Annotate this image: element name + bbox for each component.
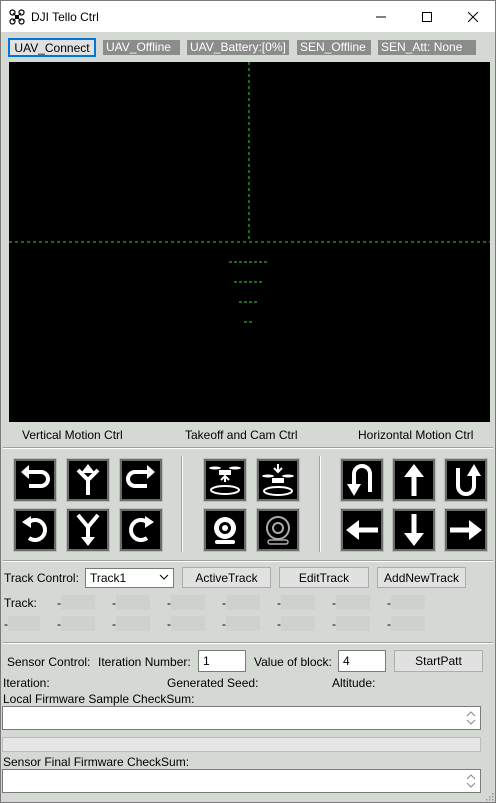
vertical-motion-label: Vertical Motion Ctrl [22,428,123,442]
minimize-icon [376,16,386,17]
right-button[interactable] [444,508,488,552]
takeoff-button[interactable] [203,458,247,502]
active-track-button[interactable]: ActiveTrack [182,567,271,588]
block-value-label: Value of block: [254,655,332,669]
close-button[interactable] [450,1,496,32]
start-pattern-button[interactable]: StartPatt [394,650,483,672]
track-cell-box [61,616,95,631]
divider [181,456,183,552]
video-feed [9,62,490,422]
divider [3,560,493,562]
track-cell-box [336,616,370,631]
merge-down-button[interactable] [66,508,110,552]
track-cell-box [226,616,260,631]
uav-connect-button[interactable]: UAV_Connect [8,38,96,57]
track-cell-box [226,595,260,610]
track-cell-box [116,616,150,631]
left-button[interactable] [340,508,384,552]
uav-status-badge: UAV_Offline [103,40,180,55]
arrow-up-icon [404,464,424,496]
generated-seed-label: Generated Seed: [167,676,259,690]
takeoff-cam-label: Takeoff and Cam Ctrl [185,428,298,442]
title-bar: DJI Tello Ctrl [1,1,495,32]
sensor-status-badge: SEN_Offline [297,40,371,55]
track-select-value: Track1 [90,571,127,585]
scroll-arrows-icon [466,711,476,725]
u-turn-down-icon [347,464,372,496]
track-cell-box [171,616,205,631]
backward-button[interactable] [392,508,436,552]
scroll-arrows-icon [466,774,476,788]
merge-down-icon [76,513,100,546]
final-checksum-textbox[interactable] [2,769,481,793]
flip-back-button[interactable] [13,508,57,552]
horizontal-motion-label: Horizontal Motion Ctrl [358,428,474,442]
sensor-att-badge: SEN_Att: None [378,40,476,55]
u-turn-back-button[interactable] [340,458,384,502]
flip-forward-icon [129,516,154,542]
arrow-left-icon [346,520,378,540]
iteration-number-input[interactable]: 1 [198,650,246,672]
resize-grip-icon[interactable] [484,791,494,801]
split-up-button[interactable] [66,458,110,502]
divider [3,642,493,644]
sensor-control-label: Sensor Control: [7,655,91,669]
drone-app-icon [9,8,25,25]
track-cell-box [281,595,315,610]
flip-forward-button[interactable] [119,508,163,552]
arrow-right-icon [450,520,482,540]
track-cell-box [8,616,40,631]
rotate-ccw-icon [21,465,50,488]
block-value-input[interactable]: 4 [338,650,386,672]
local-checksum-label: Local Firmware Sample CheckSum: [3,692,195,706]
altitude-label: Altitude: [332,676,376,690]
edit-track-button[interactable]: EditTrack [279,567,369,588]
track-cell-box [61,595,95,610]
camera-off-icon [266,516,290,545]
track-control-label: Track Control: [4,571,79,585]
arrow-down-icon [404,514,424,546]
camera-off-button[interactable] [256,508,300,552]
chevron-down-icon [159,574,169,580]
track-cell-box [171,595,205,610]
checksum-progress-bar [2,737,481,752]
track-cell-box [336,595,370,610]
final-checksum-label: Sensor Final Firmware CheckSum: [3,755,190,769]
rotate-cw-icon [126,465,155,488]
minimize-button[interactable] [358,1,404,32]
divider [3,447,493,449]
track-select[interactable]: Track1 [85,568,174,588]
camera-icon [214,517,236,544]
maximize-button[interactable] [404,1,450,32]
camera-on-button[interactable] [203,508,247,552]
close-icon [468,11,478,22]
forward-button[interactable] [392,458,436,502]
app-window: DJI Tello Ctrl UAV_Connect UAV_Offline U… [0,0,496,803]
crosshair-overlay [9,62,490,323]
flip-back-icon [22,516,47,542]
track-cell-box [116,595,150,610]
u-turn-up-icon [456,464,481,496]
u-turn-forward-button[interactable] [444,458,488,502]
track-cell-box [391,595,425,610]
track-row-label: Track: [4,596,37,610]
drone-takeoff-icon [209,466,241,495]
track-cell-box [391,616,425,631]
rotate-ccw-button[interactable] [13,458,57,502]
drone-land-icon [262,464,294,496]
iteration-number-label: Iteration Number: [98,655,191,669]
iteration-info-label: Iteration: [3,676,50,690]
add-new-track-button[interactable]: AddNewTrack [377,567,466,588]
local-checksum-textbox[interactable] [2,706,481,730]
split-up-icon [76,464,100,495]
rotate-cw-button[interactable] [119,458,163,502]
window-title: DJI Tello Ctrl [31,9,99,24]
land-button[interactable] [256,458,300,502]
maximize-icon [422,11,432,22]
divider [319,456,321,552]
track-cell-box [281,616,315,631]
uav-battery-badge: UAV_Battery:[0%] [187,40,289,55]
